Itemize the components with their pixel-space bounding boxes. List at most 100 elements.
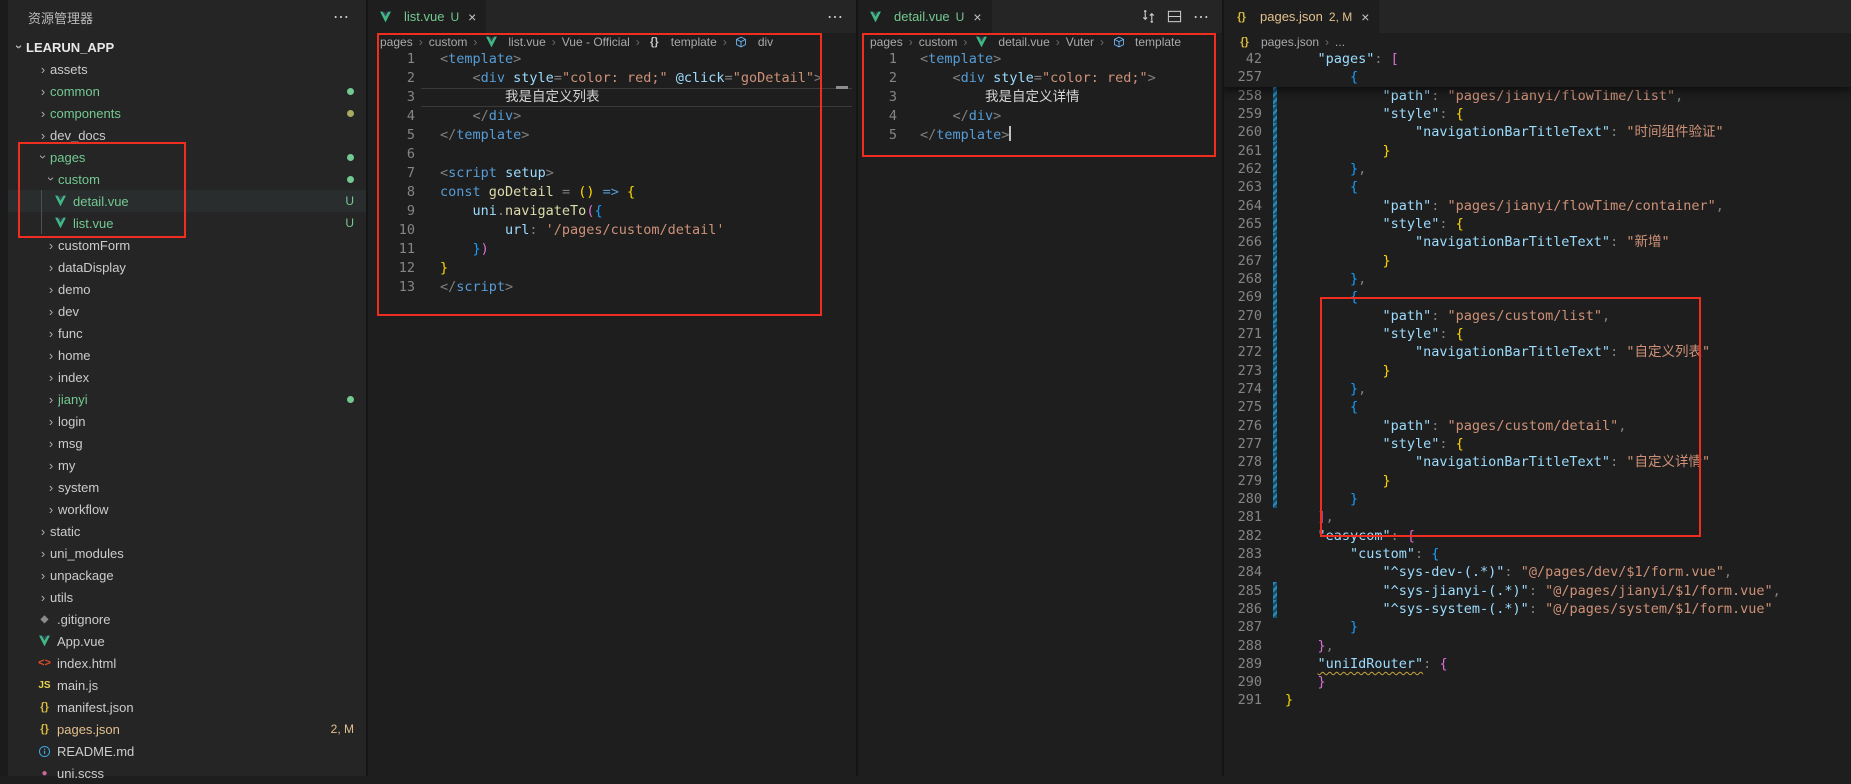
tree-item-list.vue[interactable]: list.vueU: [8, 212, 366, 234]
breadcrumb-item[interactable]: template: [1110, 35, 1181, 49]
code-editor[interactable]: 1<template>2<div style="color: red;" @cl…: [367, 50, 856, 776]
tree-item-home[interactable]: ›home: [8, 344, 366, 366]
tree-item-msg[interactable]: ›msg: [8, 432, 366, 454]
split-editor-icon[interactable]: [1167, 9, 1182, 24]
code-line-262[interactable]: 262},: [1223, 160, 1851, 178]
tree-item-utils[interactable]: ›utils: [8, 586, 366, 608]
code-line-270[interactable]: 270"path": "pages/custom/list",: [1223, 307, 1851, 325]
code-line-274[interactable]: 274},: [1223, 380, 1851, 398]
tree-item-assets[interactable]: ›assets: [8, 58, 366, 80]
tab-list.vue[interactable]: list.vueU×: [367, 0, 486, 33]
code-line-6[interactable]: 6: [367, 145, 856, 164]
tab-pages.json[interactable]: {}pages.json2, M×: [1223, 0, 1379, 33]
tree-item-manifest.json[interactable]: {}manifest.json: [8, 696, 366, 718]
code-line-287[interactable]: 287}: [1223, 618, 1851, 636]
code-line-3[interactable]: 3我是自定义列表: [367, 88, 856, 107]
code-line-265[interactable]: 265"style": {: [1223, 215, 1851, 233]
open-changes-icon[interactable]: [1141, 9, 1156, 24]
code-line-279[interactable]: 279}: [1223, 472, 1851, 490]
tree-item-components[interactable]: ›components: [8, 102, 366, 124]
tree-item-pages.json[interactable]: {}pages.json2, M: [8, 718, 366, 740]
code-line-1[interactable]: 1<template>: [367, 50, 856, 69]
tree-root-learun-app[interactable]: › LEARUN_APP: [8, 36, 366, 58]
code-line-273[interactable]: 273}: [1223, 362, 1851, 380]
breadcrumb-item[interactable]: pages: [870, 35, 903, 49]
tree-item-detail.vue[interactable]: detail.vueU: [8, 190, 366, 212]
breadcrumb-item[interactable]: Vue - Official: [562, 35, 630, 49]
tree-item-README.md[interactable]: README.md: [8, 740, 366, 762]
code-line-5[interactable]: 5</template>: [367, 126, 856, 145]
code-line-264[interactable]: 264"path": "pages/jianyi/flowTime/contai…: [1223, 197, 1851, 215]
code-line-268[interactable]: 268},: [1223, 270, 1851, 288]
more-actions-icon[interactable]: ⋯: [827, 7, 844, 27]
tree-item-dev_docs[interactable]: ›dev_docs: [8, 124, 366, 146]
breadcrumb-item[interactable]: list.vue: [483, 35, 545, 49]
tree-item-common[interactable]: ›common: [8, 80, 366, 102]
code-line-261[interactable]: 261}: [1223, 142, 1851, 160]
code-line-286[interactable]: 286"^sys-system-(.*)": "@/pages/system/$…: [1223, 600, 1851, 618]
code-editor[interactable]: 1<template>2<div style="color: red;">3我是…: [857, 50, 1222, 776]
tab-detail.vue[interactable]: detail.vueU×: [857, 0, 992, 33]
code-line-266[interactable]: 266"navigationBarTitleText": "新增": [1223, 233, 1851, 251]
code-line-4[interactable]: 4</div>: [367, 107, 856, 126]
code-line-291[interactable]: 291}: [1223, 691, 1851, 709]
close-icon[interactable]: ×: [973, 9, 981, 25]
code-line-275[interactable]: 275{: [1223, 398, 1851, 416]
tree-item-pages[interactable]: ›pages: [8, 146, 366, 168]
tree-item-custom[interactable]: ›custom: [8, 168, 366, 190]
tree-item-workflow[interactable]: ›workflow: [8, 498, 366, 520]
code-line-272[interactable]: 272"navigationBarTitleText": "自定义列表": [1223, 343, 1851, 361]
tree-item-main.js[interactable]: JSmain.js: [8, 674, 366, 696]
breadcrumb-item[interactable]: ...: [1335, 35, 1345, 49]
breadcrumb-item[interactable]: custom: [919, 35, 958, 49]
tree-item-uni.scss[interactable]: ●uni.scss: [8, 762, 366, 784]
code-line-2[interactable]: 2<div style="color: red;">: [857, 69, 1222, 88]
tree-item-unpackage[interactable]: ›unpackage: [8, 564, 366, 586]
code-line-263[interactable]: 263{: [1223, 178, 1851, 196]
code-line-280[interactable]: 280}: [1223, 490, 1851, 508]
code-line-289[interactable]: 289"uniIdRouter": {: [1223, 655, 1851, 673]
tree-item-dev[interactable]: ›dev: [8, 300, 366, 322]
tree-item-demo[interactable]: ›demo: [8, 278, 366, 300]
more-actions-icon[interactable]: ⋯: [333, 7, 350, 27]
breadcrumb-item[interactable]: {}template: [646, 35, 717, 49]
more-actions-icon[interactable]: ⋯: [1193, 7, 1210, 27]
code-line-4[interactable]: 4</div>: [857, 107, 1222, 126]
close-icon[interactable]: ×: [468, 9, 476, 25]
breadcrumb-item[interactable]: detail.vue: [973, 35, 1049, 49]
tree-item-uni_modules[interactable]: ›uni_modules: [8, 542, 366, 564]
tree-item-my[interactable]: ›my: [8, 454, 366, 476]
code-line-13[interactable]: 13</script>: [367, 278, 856, 297]
code-line-5[interactable]: 5</template>: [857, 126, 1222, 145]
code-line-283[interactable]: 283"custom": {: [1223, 545, 1851, 563]
tree-item-system[interactable]: ›system: [8, 476, 366, 498]
tree-item-customForm[interactable]: ›customForm: [8, 234, 366, 256]
code-line-290[interactable]: 290}: [1223, 673, 1851, 691]
code-line-269[interactable]: 269{: [1223, 288, 1851, 306]
code-line-11[interactable]: 11}): [367, 240, 856, 259]
tree-item-func[interactable]: ›func: [8, 322, 366, 344]
code-line-7[interactable]: 7<script setup>: [367, 164, 856, 183]
tree-item-.gitignore[interactable]: ◆.gitignore: [8, 608, 366, 630]
code-line-259[interactable]: 259"style": {: [1223, 105, 1851, 123]
code-line-9[interactable]: 9uni.navigateTo({: [367, 202, 856, 221]
code-line-2[interactable]: 2<div style="color: red;" @click="goDeta…: [367, 69, 856, 88]
code-editor[interactable]: 42"pages": [257{258"path": "pages/jianyi…: [1223, 50, 1851, 776]
code-line-1[interactable]: 1<template>: [857, 50, 1222, 69]
code-line-285[interactable]: 285"^sys-jianyi-(.*)": "@/pages/jianyi/$…: [1223, 582, 1851, 600]
code-line-3[interactable]: 3我是自定义详情: [857, 88, 1222, 107]
breadcrumb-item[interactable]: pages: [380, 35, 413, 49]
code-line-282[interactable]: 282"easycom": {: [1223, 527, 1851, 545]
code-line-278[interactable]: 278"navigationBarTitleText": "自定义详情": [1223, 453, 1851, 471]
code-line-42[interactable]: 42"pages": [: [1223, 50, 1851, 68]
code-line-8[interactable]: 8const goDetail = () => {: [367, 183, 856, 202]
tree-item-jianyi[interactable]: ›jianyi: [8, 388, 366, 410]
code-line-260[interactable]: 260"navigationBarTitleText": "时间组件验证": [1223, 123, 1851, 141]
tree-item-index.html[interactable]: <>index.html: [8, 652, 366, 674]
tree-item-App.vue[interactable]: App.vue: [8, 630, 366, 652]
tree-item-login[interactable]: ›login: [8, 410, 366, 432]
close-icon[interactable]: ×: [1361, 9, 1369, 25]
code-line-267[interactable]: 267}: [1223, 252, 1851, 270]
editor-sash-1[interactable]: [856, 0, 858, 776]
code-line-258[interactable]: 258"path": "pages/jianyi/flowTime/list",: [1223, 87, 1851, 105]
